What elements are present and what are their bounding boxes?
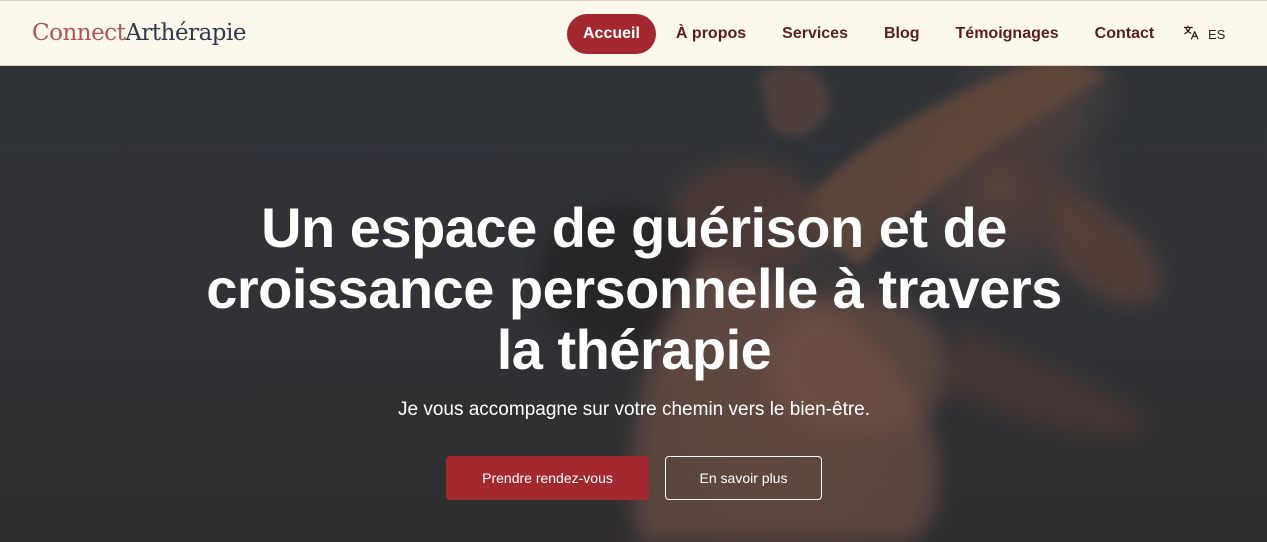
site-header: ConnectArthérapie Accueil À propos Servi… (0, 0, 1267, 66)
nav-item-accueil[interactable]: Accueil (567, 14, 656, 54)
hero-title: Un espace de guérison et de croissance p… (206, 196, 1062, 381)
book-appointment-button[interactable]: Prendre rendez-vous (446, 456, 649, 500)
translate-icon (1183, 24, 1208, 44)
nav-item-temoignages[interactable]: Témoignages (940, 14, 1075, 54)
language-label: ES (1208, 26, 1226, 42)
hero-subtitle: Je vous accompagne sur votre chemin vers… (397, 399, 871, 420)
logo-text-artherapie: Arthérapie (125, 20, 246, 46)
nav-item-contact[interactable]: Contact (1079, 14, 1171, 54)
language-switcher[interactable]: ES (1183, 24, 1225, 44)
page: ConnectArthérapie Accueil À propos Servi… (0, 0, 1267, 542)
nav-item-blog[interactable]: Blog (868, 14, 936, 54)
main-nav: Accueil À propos Services Blog Témoignag… (567, 14, 1174, 54)
hero-section: Un espace de guérison et de croissance p… (0, 66, 1267, 542)
learn-more-button[interactable]: En savoir plus (665, 456, 822, 500)
nav-item-services[interactable]: Services (766, 14, 864, 54)
nav-item-a-propos[interactable]: À propos (660, 14, 762, 54)
logo-text-connect: Connect (32, 20, 126, 46)
site-logo[interactable]: ConnectArthérapie (32, 20, 246, 46)
